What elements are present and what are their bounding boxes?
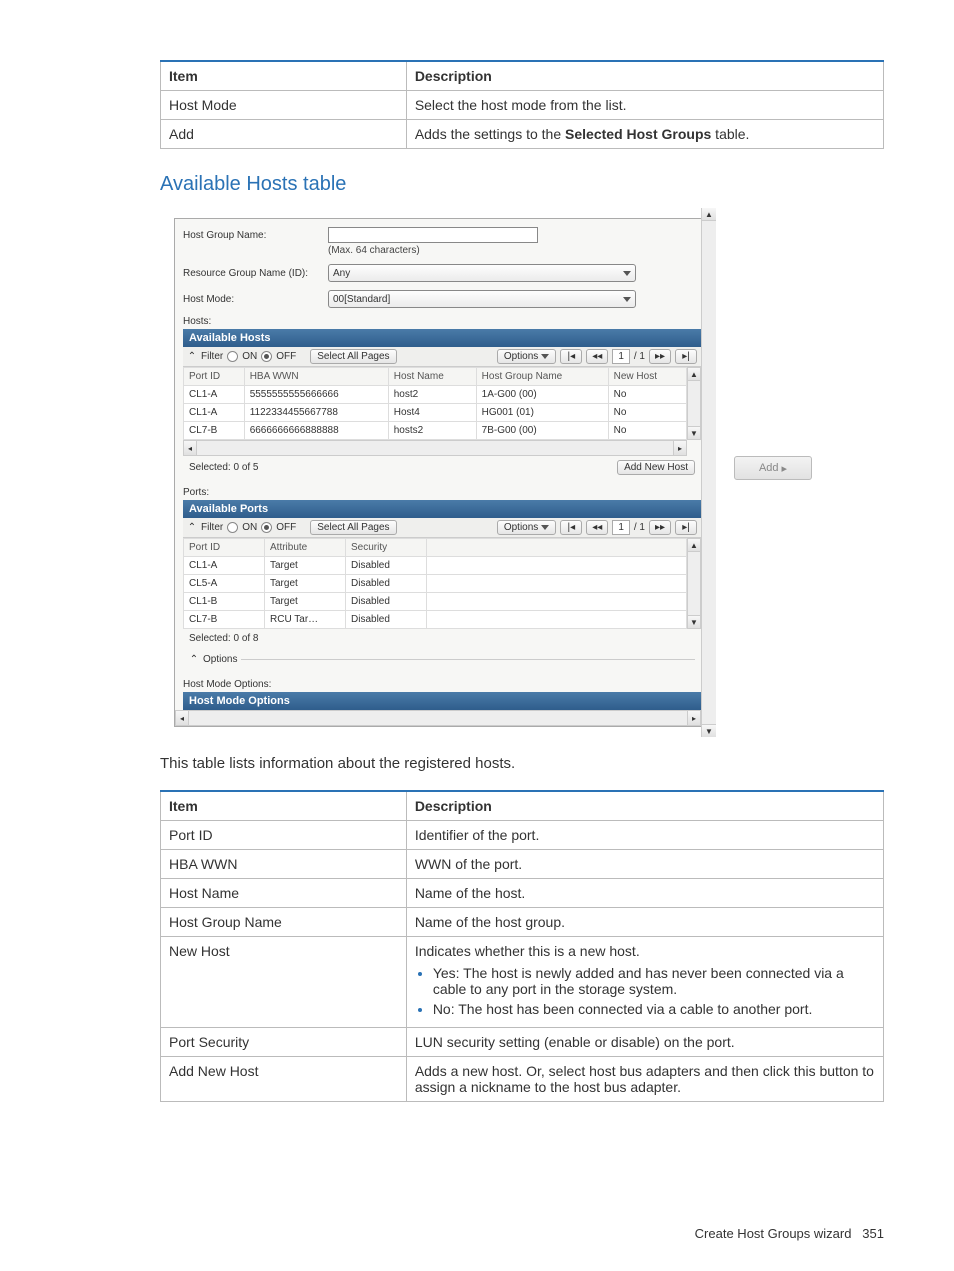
scrollbar-vertical[interactable]: ▲▼	[687, 367, 701, 440]
table-row: Host Group NameName of the host group.	[161, 908, 884, 937]
col-item: Item	[161, 791, 407, 821]
host-group-name-label: Host Group Name:	[183, 230, 328, 241]
table-row: Host Mode Select the host mode from the …	[161, 91, 884, 120]
host-mode-options-header: Host Mode Options	[183, 692, 701, 710]
table-row[interactable]: CL1-BTargetDisabled	[184, 593, 687, 611]
chevron-right-icon: ▸	[782, 462, 788, 475]
options-button[interactable]: Options	[497, 349, 556, 364]
table-row[interactable]: CL1-ATargetDisabled	[184, 557, 687, 575]
prev-page-button[interactable]: ◂◂	[586, 520, 608, 535]
options-label: Options	[203, 654, 237, 665]
prev-page-button[interactable]: ◂◂	[586, 349, 608, 364]
table-row[interactable]: CL1-A1122334455667788Host4HG001 (01)No	[184, 404, 687, 422]
page-footer: Create Host Groups wizard 351	[695, 1226, 884, 1241]
table-row[interactable]: CL5-ATargetDisabled	[184, 575, 687, 593]
hosts-label: Hosts:	[183, 316, 701, 327]
available-hosts-header: Available Hosts	[183, 329, 701, 347]
col-description: Description	[406, 791, 883, 821]
table-row: Port SecurityLUN security setting (enabl…	[161, 1028, 884, 1057]
table-row: Add New HostAdds a new host. Or, select …	[161, 1057, 884, 1102]
select-all-pages-button[interactable]: Select All Pages	[310, 520, 396, 535]
filter-on-radio[interactable]	[227, 351, 238, 362]
table-row: HBA WWNWWN of the port.	[161, 850, 884, 879]
next-page-button[interactable]: ▸▸	[649, 349, 671, 364]
resource-group-select[interactable]: Any	[328, 264, 636, 282]
options-button[interactable]: Options	[497, 520, 556, 535]
table-row[interactable]: CL1-A5555555555666666host21A-G00 (00)No	[184, 386, 687, 404]
filter-label: Filter	[201, 351, 223, 362]
col-description: Description	[406, 61, 883, 91]
section-heading: Available Hosts table	[160, 173, 884, 196]
host-group-name-input[interactable]	[328, 227, 538, 243]
table-row: Port IDIdentifier of the port.	[161, 821, 884, 850]
max-chars-hint: (Max. 64 characters)	[328, 245, 701, 256]
selected-count: Selected: 0 of 8	[189, 633, 259, 644]
col-item: Item	[161, 61, 407, 91]
table-row: New Host Indicates whether this is a new…	[161, 937, 884, 1028]
available-ports-table: Port ID Attribute Security CL1-ATargetDi…	[183, 538, 687, 629]
page-input[interactable]: 1	[612, 520, 630, 535]
host-mode-select[interactable]: 00[Standard]	[328, 290, 636, 308]
screenshot-panel: ▲ ▼ Host Group Name: (Max. 64 characters…	[174, 218, 716, 727]
available-ports-header: Available Ports	[183, 500, 701, 518]
scrollbar-horizontal[interactable]: ◂▸	[183, 440, 687, 456]
filter-off-radio[interactable]	[261, 522, 272, 533]
collapse-icon[interactable]: ⌃	[187, 522, 197, 533]
item-description-table-1: Item Description Host Mode Select the ho…	[160, 60, 884, 149]
first-page-button[interactable]: |◂	[560, 520, 582, 535]
add-new-host-button[interactable]: Add New Host	[617, 460, 695, 475]
scrollbar-vertical[interactable]: ▲▼	[687, 538, 701, 629]
last-page-button[interactable]: ▸|	[675, 520, 697, 535]
select-all-pages-button[interactable]: Select All Pages	[310, 349, 396, 364]
table-row: Host NameName of the host.	[161, 879, 884, 908]
host-mode-label: Host Mode:	[183, 294, 328, 305]
table-row: Add Adds the settings to the Selected Ho…	[161, 120, 884, 149]
scrollbar-horizontal[interactable]: ◂▸	[175, 710, 701, 726]
hosts-toolbar: ⌃ Filter ON OFF Select All Pages Options…	[183, 347, 701, 367]
available-hosts-table: Port ID HBA WWN Host Name Host Group Nam…	[183, 367, 687, 440]
filter-off-radio[interactable]	[261, 351, 272, 362]
chevron-down-icon	[541, 354, 549, 359]
chevron-down-icon	[623, 271, 631, 276]
page-input[interactable]: 1	[612, 349, 630, 364]
body-text: This table lists information about the r…	[160, 755, 884, 772]
chevron-down-icon	[623, 297, 631, 302]
host-mode-options-label: Host Mode Options:	[183, 679, 701, 690]
first-page-button[interactable]: |◂	[560, 349, 582, 364]
table-row[interactable]: CL7-B6666666666888888hosts27B-G00 (00)No	[184, 422, 687, 440]
table-row[interactable]: CL7-BRCU Tar…Disabled	[184, 611, 687, 629]
next-page-button[interactable]: ▸▸	[649, 520, 671, 535]
collapse-icon[interactable]: ⌃	[187, 351, 197, 362]
filter-on-radio[interactable]	[227, 522, 238, 533]
item-description-table-2: Item Description Port IDIdentifier of th…	[160, 790, 884, 1102]
ports-toolbar: ⌃ Filter ON OFF Select All Pages Options…	[183, 518, 701, 538]
collapse-icon[interactable]: ⌃	[189, 654, 199, 665]
last-page-button[interactable]: ▸|	[675, 349, 697, 364]
add-button[interactable]: Add ▸	[734, 456, 812, 480]
ports-label: Ports:	[183, 487, 701, 498]
selected-count: Selected: 0 of 5	[189, 462, 259, 473]
scrollbar-vertical[interactable]: ▲ ▼	[701, 208, 716, 737]
resource-group-label: Resource Group Name (ID):	[183, 268, 328, 279]
chevron-down-icon	[541, 525, 549, 530]
